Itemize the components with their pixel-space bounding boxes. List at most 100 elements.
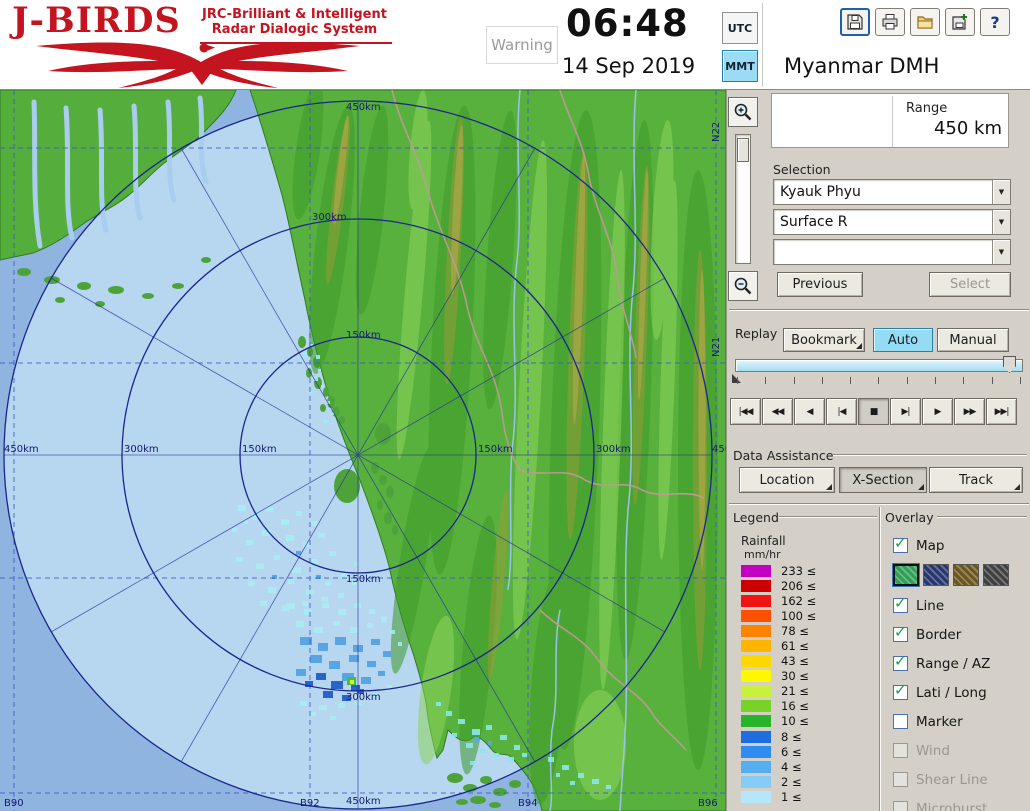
longitude-label: B92	[300, 798, 320, 809]
legend-color-swatch	[741, 760, 771, 773]
playback-skip-end-button[interactable]: ▶▶|	[986, 398, 1017, 425]
x-section-button[interactable]: X-Section	[839, 467, 927, 493]
range-label: Range	[906, 101, 948, 116]
overlay-item-line[interactable]: Line	[893, 591, 1030, 620]
legend-color-swatch	[741, 624, 771, 637]
divider	[937, 516, 1027, 518]
overlay-item-lati-long[interactable]: Lati / Long	[893, 678, 1030, 707]
legend-threshold: 162 ≤	[781, 593, 817, 608]
checkbox-checked[interactable]	[893, 534, 908, 553]
print-button[interactable]	[875, 8, 905, 36]
ring-label: 450km	[4, 444, 39, 455]
timeline-tick	[935, 377, 937, 384]
overlay-item-marker[interactable]: Marker	[893, 707, 1030, 736]
map-style-dark-button[interactable]	[983, 564, 1009, 586]
legend-title: Rainfall	[741, 534, 786, 548]
open-file-button[interactable]	[910, 8, 940, 36]
playback-fast-rewind-button[interactable]: ◀◀	[762, 398, 793, 425]
timeline-tick	[991, 377, 993, 384]
side-panel: Range 450 km Selection Kyauk Phyu ▼ Surf…	[726, 90, 1030, 811]
overlay-item-label: Marker	[916, 713, 963, 730]
legend-color-swatch	[741, 730, 771, 743]
site-dropdown[interactable]: Kyauk Phyu ▼	[773, 179, 1011, 205]
chevron-down-icon[interactable]: ▼	[992, 240, 1010, 264]
timeline-tick	[737, 377, 738, 384]
ring-label: 300km	[124, 444, 159, 455]
legend-color-swatch	[741, 640, 771, 653]
radar-map[interactable]: 450km 300km 150km 150km 300km 450km 450k…	[0, 90, 726, 811]
help-button[interactable]: ?	[980, 8, 1010, 36]
legend-entry: 30 ≤	[741, 669, 816, 684]
checkbox-checked[interactable]	[893, 594, 908, 613]
replay-manual-button[interactable]: Manual	[937, 328, 1009, 352]
divider	[833, 454, 1027, 456]
overlay-item-label: Range / AZ	[916, 655, 991, 672]
option-dropdown-value	[774, 240, 992, 264]
legend-entry: 10 ≤	[741, 714, 816, 729]
checkbox-checked[interactable]	[893, 623, 908, 642]
map-scrollbar[interactable]	[735, 134, 751, 264]
legend-threshold: 2 ≤	[781, 774, 802, 789]
zoom-out-button[interactable]	[728, 271, 758, 301]
zoom-in-button[interactable]	[728, 97, 758, 127]
bookmark-button[interactable]: Bookmark	[783, 328, 865, 352]
replay-auto-button[interactable]: Auto	[873, 328, 933, 352]
legend-entry: 233 ≤	[741, 563, 816, 578]
playback-play-button[interactable]: ▶	[922, 398, 953, 425]
range-display: Range 450 km	[771, 93, 1009, 148]
chevron-down-icon[interactable]: ▼	[992, 180, 1010, 204]
clock-time: 06:48	[566, 2, 689, 45]
replay-timeline-ticks	[737, 377, 1021, 384]
overlay-label: Overlay	[885, 510, 934, 525]
location-button[interactable]: Location	[739, 467, 835, 493]
ring-label: 300km	[346, 692, 381, 703]
legend-entry: 8 ≤	[741, 729, 816, 744]
previous-button[interactable]: Previous	[777, 272, 863, 297]
legend-entry: 100 ≤	[741, 608, 816, 623]
ring-label: 150km	[478, 444, 513, 455]
select-button[interactable]: Select	[929, 272, 1011, 297]
legend-threshold: 4 ≤	[781, 759, 802, 774]
product-dropdown[interactable]: Surface R ▼	[773, 209, 1011, 235]
legend-entry: 4 ≤	[741, 759, 816, 774]
replay-timeline-slider[interactable]	[735, 359, 1023, 372]
ring-label: 450km	[346, 102, 381, 113]
playback-stop-button[interactable]: ■	[858, 398, 889, 425]
playback-fast-forward-button[interactable]: ▶▶	[954, 398, 985, 425]
legend-entry: 206 ≤	[741, 578, 816, 593]
playback-play-reverse-button[interactable]: ◀	[794, 398, 825, 425]
save-icon	[847, 14, 863, 30]
checkbox-unchecked[interactable]	[893, 714, 908, 729]
option-dropdown[interactable]: ▼	[773, 239, 1011, 265]
map-style-terrain-button[interactable]	[892, 563, 920, 587]
ring-label: 150km	[346, 330, 381, 341]
legend-color-swatch	[741, 775, 771, 788]
save-as-button[interactable]	[945, 8, 975, 36]
playback-step-back-button[interactable]: |◀	[826, 398, 857, 425]
open-folder-icon	[917, 16, 933, 29]
overlay-item-shear-line: Shear Line	[893, 765, 1030, 794]
mmt-button[interactable]: MMT	[722, 50, 758, 82]
legend-threshold: 10 ≤	[781, 714, 809, 729]
overlay-item-range-az[interactable]: Range / AZ	[893, 649, 1030, 678]
overlay-item-label: Microburst	[916, 800, 988, 811]
overlay-list: Map Line Border Range / AZ Lati / Long Marker…	[892, 531, 1030, 811]
eagle-logo-icon	[36, 42, 360, 88]
map-scrollbar-thumb[interactable]	[737, 138, 749, 162]
legend-threshold: 8 ≤	[781, 729, 802, 744]
checkbox-checked[interactable]	[893, 652, 908, 671]
map-style-olive-button[interactable]	[953, 564, 979, 586]
track-button[interactable]: Track	[929, 467, 1023, 493]
playback-step-forward-button[interactable]: ▶|	[890, 398, 921, 425]
overlay-item-border[interactable]: Border	[893, 620, 1030, 649]
map-style-navy-button[interactable]	[923, 564, 949, 586]
data-assistance-label: Data Assistance	[733, 448, 834, 463]
checkbox-checked[interactable]	[893, 681, 908, 700]
chevron-down-icon[interactable]: ▼	[992, 210, 1010, 234]
utc-button[interactable]: UTC	[722, 12, 758, 44]
save-button[interactable]	[840, 8, 870, 36]
overlay-item-map[interactable]: Map	[893, 531, 1030, 560]
legend-color-swatch	[741, 564, 771, 577]
playback-skip-start-button[interactable]: |◀◀	[730, 398, 761, 425]
legend-entry: 162 ≤	[741, 593, 816, 608]
